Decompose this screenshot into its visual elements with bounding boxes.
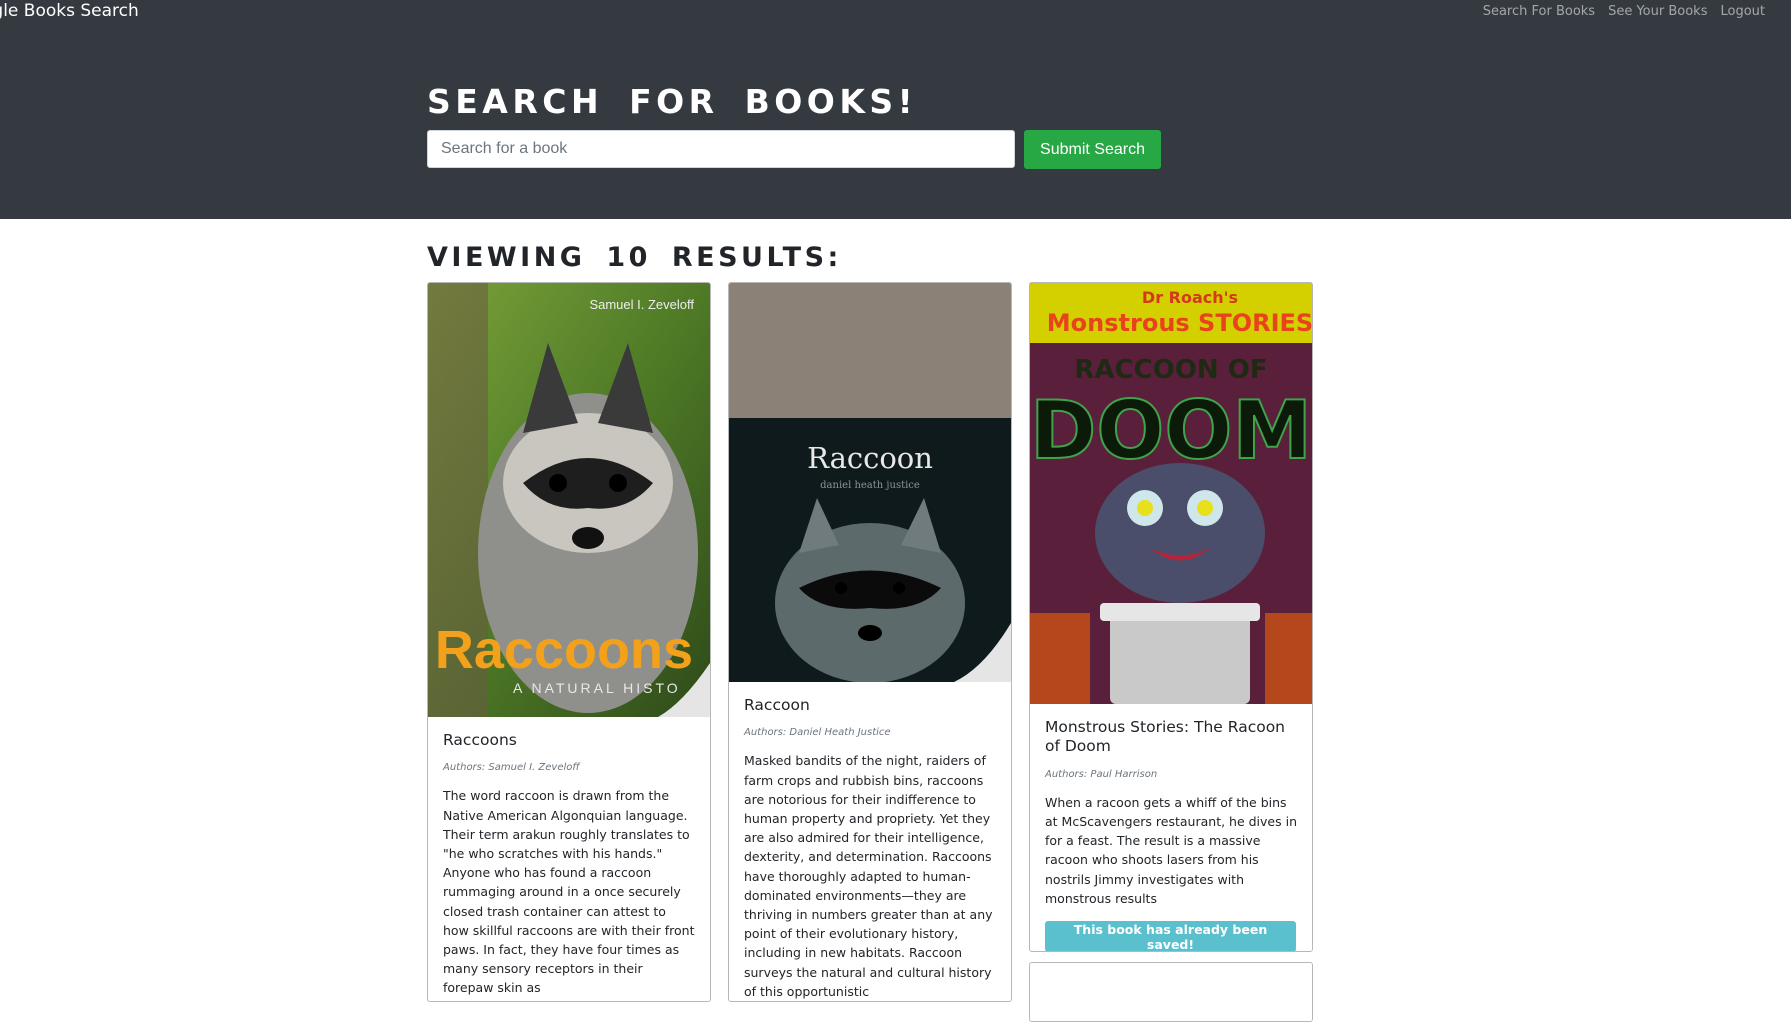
book-description: The word raccoon is drawn from the Nativ… [443, 788, 695, 996]
cover-title-top: RACCOON OF [1074, 355, 1267, 385]
book-description: When a racoon gets a whiff of the bins a… [1045, 794, 1298, 906]
raccoon-cover-art: Samuel I. Zeveloff Raccoons A NATURAL HI… [428, 283, 710, 717]
book-authors: Authors: Samuel I. Zeveloff [443, 762, 580, 774]
book-cover-image: Samuel I. Zeveloff Raccoons A NATURAL HI… [428, 283, 710, 717]
cover-author: daniel heath justice [820, 480, 920, 491]
book-card [1029, 962, 1313, 1022]
book-authors: Authors: Daniel Heath Justice [744, 727, 891, 739]
search-input[interactable] [427, 130, 1015, 168]
monster-cover-art: Dr Roach's Monstrous STORIES RACCOON OF … [1030, 283, 1312, 704]
hero-banner: ogle Books Search Search For Books See Y… [0, 0, 1791, 219]
book-description: Masked bandits of the night, raiders of … [744, 753, 993, 999]
book-card: Raccoon daniel heath justice Raccoon Aut… [728, 282, 1012, 1002]
brand-link[interactable]: ogle Books Search [0, 1, 139, 21]
submit-search-button[interactable]: Submit Search [1024, 130, 1161, 169]
raccoon-cover-art: Raccoon daniel heath justice [729, 283, 1011, 682]
cover-title-main: DOOM [1030, 384, 1312, 477]
cover-title: Raccoon [807, 441, 933, 475]
book-cover-image: Raccoon daniel heath justice [729, 283, 1011, 682]
cover-title: Raccoons [435, 620, 693, 680]
page-title: Search For Books! [427, 82, 918, 121]
book-card: Dr Roach's Monstrous STORIES RACCOON OF … [1029, 282, 1313, 952]
saved-book-button[interactable]: This book has already been saved! [1045, 920, 1296, 951]
book-card: Samuel I. Zeveloff Raccoons A NATURAL HI… [427, 282, 711, 1002]
nav-see-your-books[interactable]: See Your Books [1608, 4, 1707, 19]
results-heading: Viewing 10 results: [427, 242, 842, 273]
book-title: Monstrous Stories: The Racoon of Doom [1045, 718, 1286, 756]
nav-search-for-books[interactable]: Search For Books [1483, 4, 1595, 19]
book-authors: Authors: Paul Harrison [1045, 768, 1158, 780]
cover-series: Monstrous STORIES [1047, 309, 1312, 337]
nav-logout[interactable]: Logout [1720, 4, 1765, 19]
book-title: Raccoons [443, 731, 517, 749]
cover-subtitle: A NATURAL HISTO [513, 680, 681, 696]
book-title: Raccoon [744, 696, 810, 714]
cover-series-name: Dr Roach's [1142, 288, 1238, 307]
book-cover-image: Dr Roach's Monstrous STORIES RACCOON OF … [1030, 283, 1312, 704]
cover-author: Samuel I. Zeveloff [589, 297, 694, 312]
top-nav: Search For Books See Your Books Logout [1483, 4, 1765, 19]
